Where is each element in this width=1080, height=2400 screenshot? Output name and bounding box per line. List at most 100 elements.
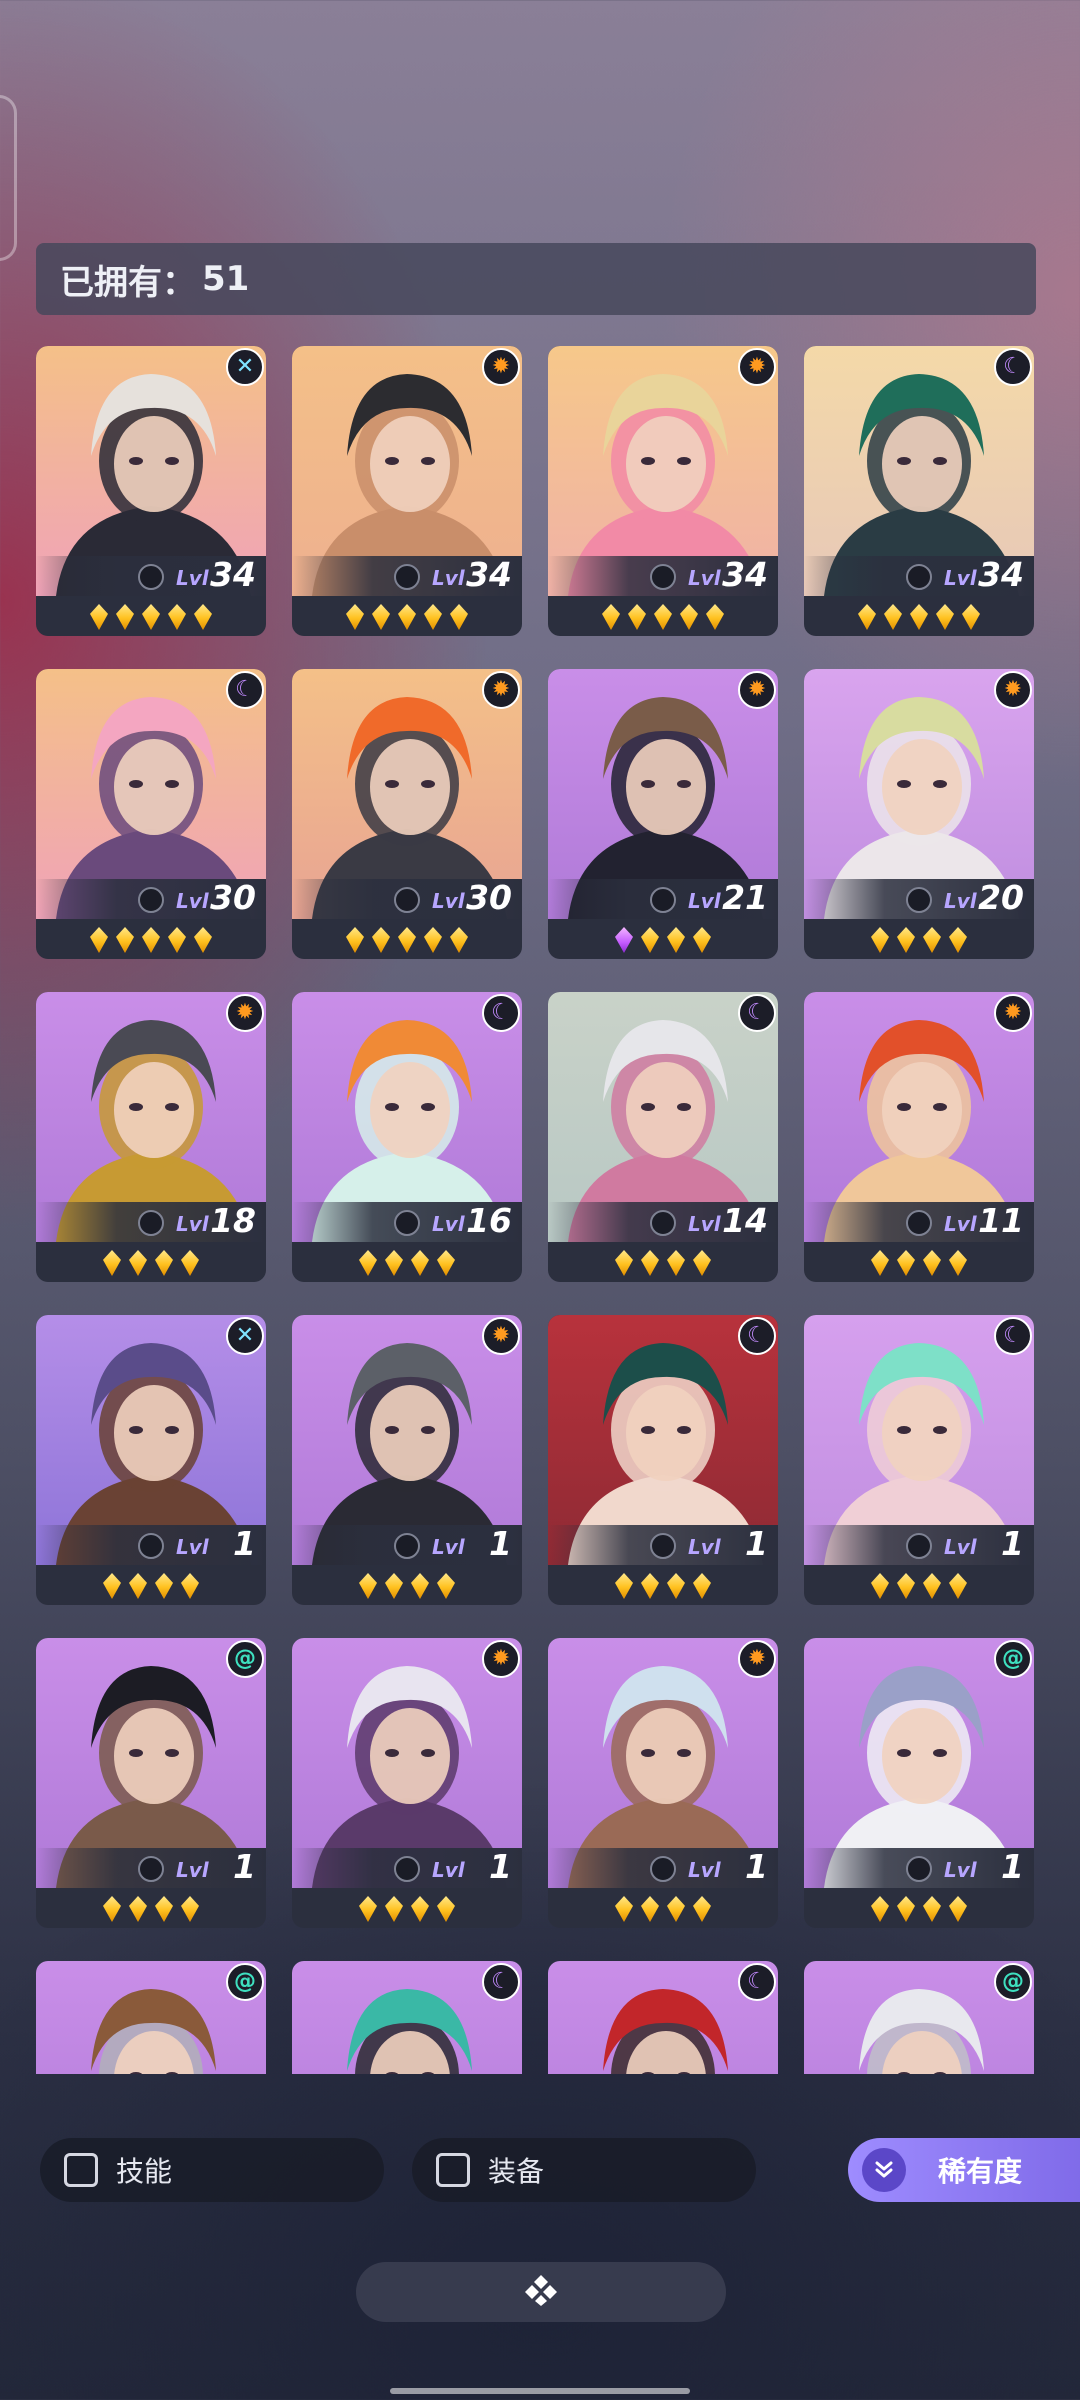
gold-gem-icon: [103, 1573, 121, 1599]
hero-level: 18: [210, 1201, 256, 1240]
equip-checkbox[interactable]: [436, 2153, 470, 2187]
hero-card[interactable]: @ Lvl 1: [804, 1638, 1034, 1928]
sun-faction-icon: ✹: [738, 671, 776, 709]
star-rating: [548, 1244, 778, 1282]
hero-card[interactable]: ✕ Lvl 1: [36, 1315, 266, 1605]
gold-gem-icon: [641, 927, 659, 953]
gold-gem-icon: [346, 927, 364, 953]
skill-progress-icon: [650, 1210, 676, 1236]
hero-card[interactable]: ✹ Lvl 30: [292, 669, 522, 959]
gold-gem-icon: [411, 1250, 429, 1276]
skill-progress-icon: [138, 1856, 164, 1882]
level-label: Lvl: [432, 1535, 465, 1559]
hero-level: 34: [978, 555, 1024, 594]
hero-grid[interactable]: ✕ Lvl 34 ✹ Lvl 34 ✹ Lvl 34 ☾ Lvl 34 ☾ Lvl 30 ✹ Lvl 30 ✹ Lvl…: [36, 346, 1046, 2074]
hero-level: 14: [722, 1201, 768, 1240]
gold-gem-icon: [359, 1573, 377, 1599]
level-label: Lvl: [176, 1858, 209, 1882]
gold-gem-icon: [194, 604, 212, 630]
owned-count-bar: 已拥有： 51: [36, 243, 1036, 315]
hero-card[interactable]: ✕ Lvl 34: [36, 346, 266, 636]
hero-level: 34: [210, 555, 256, 594]
hero-card[interactable]: ☾: [292, 1961, 522, 2074]
gold-gem-icon: [615, 1573, 633, 1599]
skill-progress-icon: [906, 1533, 932, 1559]
hero-card[interactable]: ✹ Lvl 1: [292, 1638, 522, 1928]
hero-card[interactable]: ✹ Lvl 11: [804, 992, 1034, 1282]
hero-card[interactable]: @: [804, 1961, 1034, 2074]
gold-gem-icon: [962, 604, 980, 630]
gold-gem-icon: [450, 927, 468, 953]
equip-filter-toggle[interactable]: 装备: [412, 2138, 756, 2202]
gold-gem-icon: [168, 927, 186, 953]
level-label: Lvl: [688, 1535, 721, 1559]
star-rating: [292, 1890, 522, 1928]
skill-progress-icon: [138, 887, 164, 913]
hero-card[interactable]: ✹ Lvl 34: [292, 346, 522, 636]
hero-card[interactable]: ☾ Lvl 16: [292, 992, 522, 1282]
hero-level: 30: [466, 878, 512, 917]
hero-level: 1: [489, 1524, 512, 1563]
spiral-faction-icon: @: [226, 1640, 264, 1678]
hero-card[interactable]: ☾ Lvl 14: [548, 992, 778, 1282]
gold-gem-icon: [398, 604, 416, 630]
hero-card[interactable]: ☾ Lvl 34: [804, 346, 1034, 636]
star-rating: [292, 921, 522, 959]
level-label: Lvl: [432, 566, 465, 590]
gold-gem-icon: [897, 1573, 915, 1599]
star-rating: [292, 1244, 522, 1282]
gold-gem-icon: [437, 1250, 455, 1276]
collapse-diamond-icon: [521, 2273, 561, 2311]
gold-gem-icon: [693, 1250, 711, 1276]
gold-gem-icon: [871, 1896, 889, 1922]
skill-checkbox[interactable]: [64, 2153, 98, 2187]
level-label: Lvl: [688, 889, 721, 913]
gold-gem-icon: [385, 1573, 403, 1599]
sun-faction-icon: ✹: [738, 348, 776, 386]
hero-card[interactable]: @ Lvl 1: [36, 1638, 266, 1928]
star-rating: [548, 1890, 778, 1928]
gold-gem-icon: [437, 1573, 455, 1599]
side-tab-handle[interactable]: [0, 95, 17, 261]
owned-label: 已拥有：: [60, 262, 196, 303]
hero-card[interactable]: @: [36, 1961, 266, 2074]
star-rating: [548, 598, 778, 636]
rarity-sort-button[interactable]: 稀有度: [848, 2138, 1080, 2202]
skill-progress-icon: [394, 564, 420, 590]
gold-gem-icon: [155, 1896, 173, 1922]
gold-gem-icon: [897, 1896, 915, 1922]
skill-progress-icon: [394, 1856, 420, 1882]
gold-gem-icon: [181, 1250, 199, 1276]
gold-gem-icon: [602, 604, 620, 630]
moon-faction-icon: ☾: [482, 1963, 520, 2001]
hero-level: 1: [1001, 1847, 1024, 1886]
hero-card[interactable]: ✹ Lvl 20: [804, 669, 1034, 959]
moon-faction-icon: ☾: [738, 994, 776, 1032]
gold-gem-icon: [346, 604, 364, 630]
hero-card[interactable]: ☾ Lvl 1: [548, 1315, 778, 1605]
star-rating: [804, 1244, 1034, 1282]
sun-faction-icon: ✹: [226, 994, 264, 1032]
hero-level: 20: [978, 878, 1024, 917]
skill-filter-toggle[interactable]: 技能: [40, 2138, 384, 2202]
rarity-label: 稀有度: [938, 2155, 1023, 2188]
hero-card[interactable]: ✹ Lvl 18: [36, 992, 266, 1282]
moon-faction-icon: ☾: [482, 994, 520, 1032]
skill-progress-icon: [906, 887, 932, 913]
hero-card[interactable]: ✹ Lvl 21: [548, 669, 778, 959]
level-label: Lvl: [176, 1535, 209, 1559]
gold-gem-icon: [372, 927, 390, 953]
hero-card[interactable]: ☾: [548, 1961, 778, 2074]
hero-card[interactable]: ☾ Lvl 30: [36, 669, 266, 959]
hero-level: 1: [233, 1847, 256, 1886]
purple-gem-icon: [615, 927, 633, 953]
hero-card[interactable]: ✹ Lvl 1: [292, 1315, 522, 1605]
hero-card[interactable]: ☾ Lvl 1: [804, 1315, 1034, 1605]
gold-gem-icon: [168, 604, 186, 630]
hero-card[interactable]: ✹ Lvl 34: [548, 346, 778, 636]
gold-gem-icon: [667, 1250, 685, 1276]
hero-card[interactable]: ✹ Lvl 1: [548, 1638, 778, 1928]
collapse-button[interactable]: [356, 2262, 726, 2322]
hero-level: 1: [1001, 1524, 1024, 1563]
level-label: Lvl: [176, 889, 209, 913]
